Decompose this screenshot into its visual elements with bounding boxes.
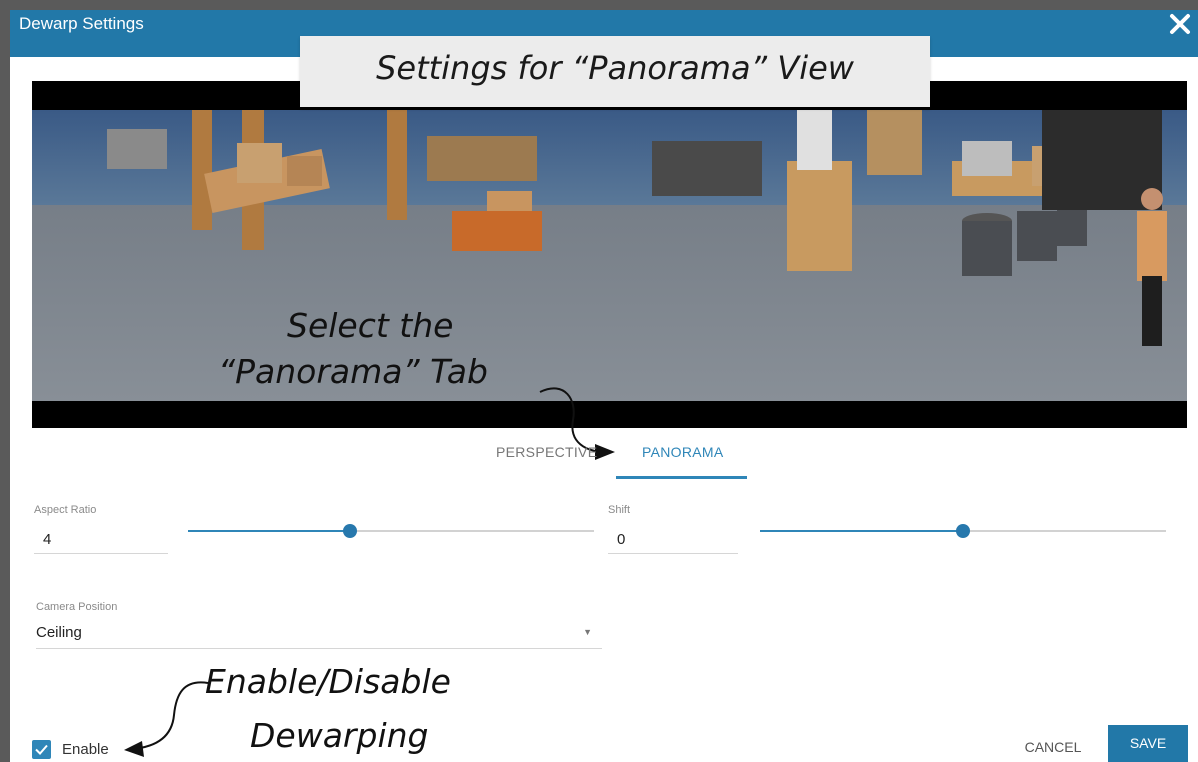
shift-value: 0	[617, 531, 626, 548]
panorama-view-callout-text: Settings for “Panorama” View	[376, 49, 854, 87]
tab-hint-line1: Select the	[287, 306, 454, 345]
close-icon[interactable]	[1168, 12, 1192, 36]
shift-slider-thumb[interactable]	[956, 524, 970, 538]
enable-label: Enable	[62, 741, 109, 758]
aspect-ratio-slider-fill	[188, 530, 350, 532]
panorama-video-preview	[32, 81, 1187, 428]
enable-hint-line1: Enable/Disable	[205, 662, 451, 701]
camera-position-value: Ceiling	[36, 624, 82, 641]
enable-hint-line2: Dewarping	[250, 716, 429, 755]
dewarp-settings-dialog: Dewarp Settings Settings for “Panorama” …	[10, 10, 1198, 762]
chevron-down-icon: ▼	[583, 627, 592, 637]
enable-checkbox[interactable]	[32, 740, 51, 759]
window-frame: Dewarp Settings Settings for “Panorama” …	[0, 0, 1198, 762]
panorama-view-callout: Settings for “Panorama” View	[300, 36, 930, 107]
aspect-ratio-value: 4	[43, 531, 52, 548]
shift-label: Shift	[608, 504, 631, 516]
aspect-ratio-label: Aspect Ratio	[34, 504, 97, 516]
save-button[interactable]: SAVE	[1108, 725, 1188, 762]
camera-position-select[interactable]: Ceiling ▼	[36, 618, 602, 649]
tab-perspective[interactable]: PERSPECTIVE	[496, 444, 597, 460]
enable-hint-arrow	[124, 681, 209, 757]
aspect-ratio-input[interactable]: 4	[34, 525, 168, 554]
shift-slider-fill	[760, 530, 963, 532]
checkmark-icon	[35, 744, 48, 755]
tab-panorama[interactable]: PANORAMA	[642, 444, 724, 460]
active-tab-indicator	[616, 476, 747, 479]
cancel-button[interactable]: CANCEL	[1018, 732, 1088, 762]
dialog-title: Dewarp Settings	[19, 14, 144, 33]
aspect-ratio-slider-thumb[interactable]	[343, 524, 357, 538]
tab-hint-line2: “Panorama” Tab	[218, 352, 488, 391]
camera-position-label: Camera Position	[36, 601, 118, 613]
shift-input[interactable]: 0	[608, 525, 738, 554]
